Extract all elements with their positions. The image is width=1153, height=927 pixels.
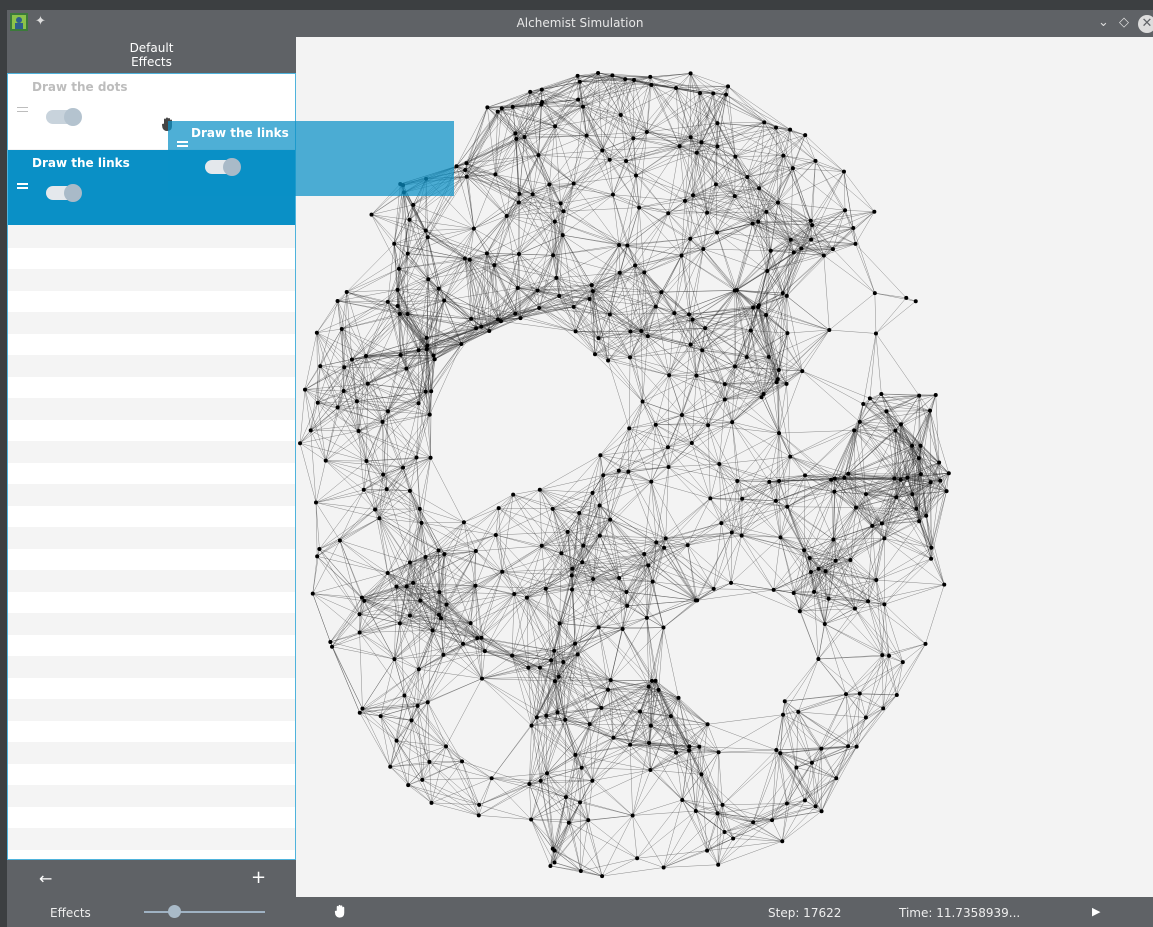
time-counter: Time: 11.7358939... — [899, 906, 1021, 920]
back-arrow-icon[interactable]: ← — [39, 869, 52, 888]
drag-handle-icon[interactable] — [17, 107, 28, 112]
minimize-icon[interactable]: ⌄ — [1098, 13, 1109, 33]
sidebar-header: Default Effects — [7, 37, 296, 73]
effect-name: Draw the dots — [32, 80, 128, 94]
effect-toggle — [205, 158, 241, 176]
toggle-knob — [64, 108, 82, 126]
toggle-knob — [223, 158, 241, 176]
add-effect-button[interactable]: + — [251, 867, 266, 888]
drag-ghost-card: Draw the links — [168, 121, 454, 196]
zoom-slider[interactable] — [144, 905, 265, 918]
hand-icon[interactable] — [333, 903, 348, 919]
effect-name: Draw the links — [191, 126, 289, 140]
drag-handle-icon — [177, 141, 188, 147]
restore-icon[interactable]: ◇ — [1119, 13, 1129, 33]
status-bar: Effects Step: 17622 Time: 11.7358939... … — [7, 897, 1153, 927]
slider-thumb[interactable] — [168, 905, 182, 918]
effects-label: Effects — [50, 906, 91, 920]
window-title: Alchemist Simulation — [516, 16, 644, 30]
close-icon[interactable]: ✕ — [1138, 15, 1153, 33]
effect-toggle[interactable] — [46, 108, 82, 126]
step-counter: Step: 17622 — [768, 906, 842, 920]
play-icon[interactable]: ▶ — [1092, 905, 1100, 918]
effect-name: Draw the links — [32, 156, 130, 170]
drag-handle-icon[interactable] — [17, 183, 28, 189]
toggle-knob — [64, 184, 82, 202]
sidebar-header-line1: Default — [129, 41, 174, 55]
effect-toggle[interactable] — [46, 184, 82, 202]
title-bar: ✦ Alchemist Simulation ⌄ ◇ ✕ — [7, 10, 1153, 37]
sidebar-toolbar: ← + — [7, 860, 296, 897]
sidebar-header-line2: Effects — [131, 55, 172, 69]
